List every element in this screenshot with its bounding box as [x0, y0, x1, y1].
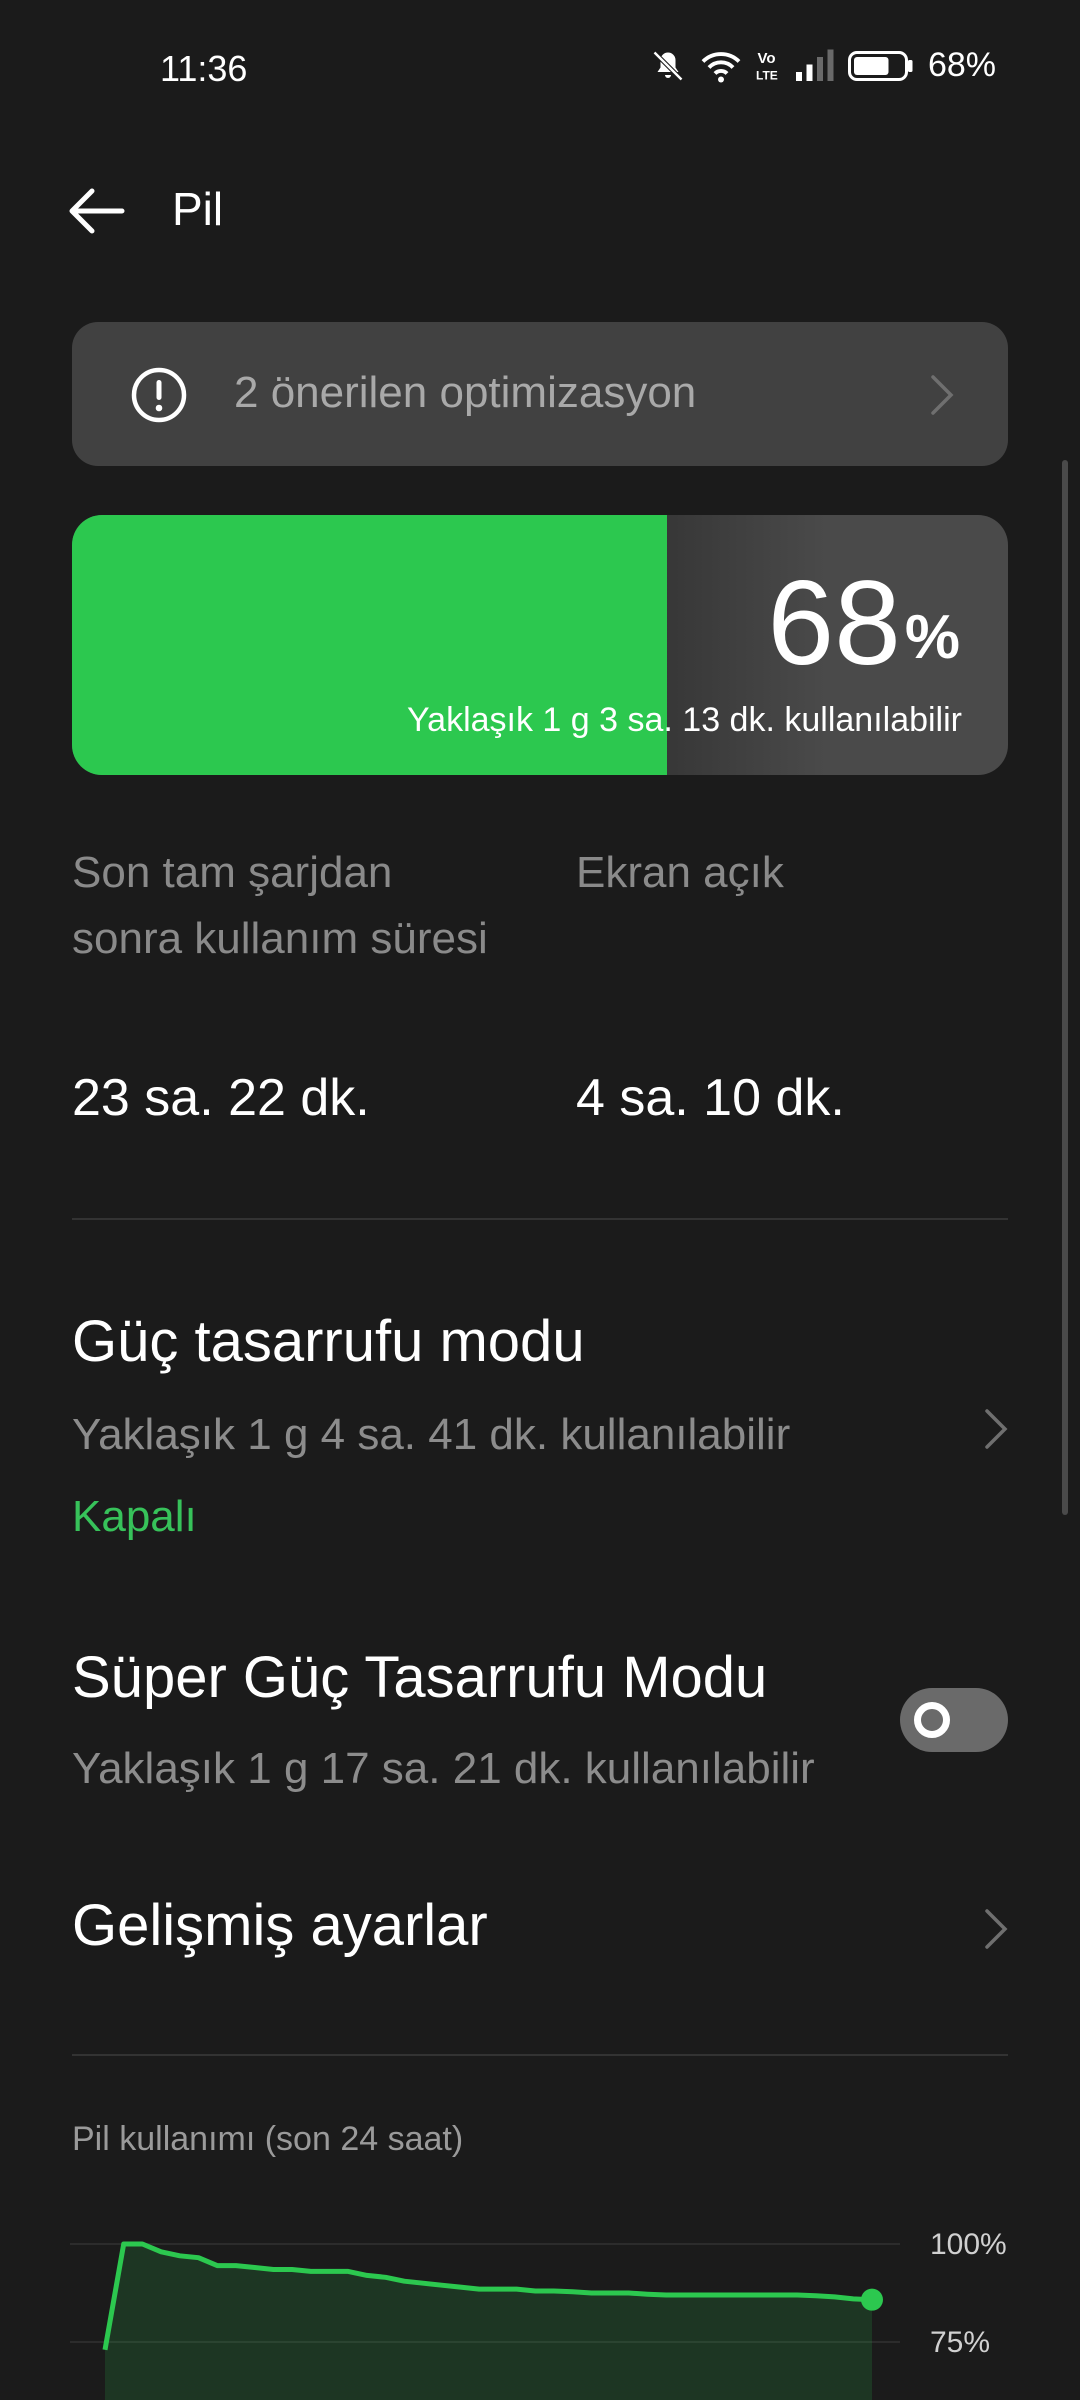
optimization-label: 2 önerilen optimizasyon: [234, 368, 697, 417]
battery-icon: [847, 50, 913, 81]
usage-chart: [70, 2241, 900, 2400]
back-arrow-icon[interactable]: [66, 186, 126, 236]
status-time: 11:36: [160, 48, 248, 89]
svg-text:LTE: LTE: [756, 68, 778, 82]
screen-on-label: Ekran açık: [576, 848, 784, 897]
y-tick-100: 100%: [930, 2228, 1007, 2261]
exclamation-circle-icon: [131, 367, 187, 423]
divider: [72, 2054, 1008, 2056]
chevron-right-icon: [931, 375, 954, 415]
screen-on-value: 4 sa. 10 dk.: [576, 1069, 845, 1127]
usage-current-point: [861, 2288, 883, 2311]
mute-icon: [652, 50, 684, 81]
super-power-saving-toggle[interactable]: [900, 1688, 1008, 1752]
battery-percentage-unit: %: [904, 603, 960, 672]
power-saving-state: Kapalı: [72, 1492, 197, 1541]
super-power-saving-title: Süper Güç Tasarrufu Modu: [72, 1645, 768, 1710]
scrollbar[interactable]: [1062, 460, 1068, 1515]
wifi-icon: [701, 51, 741, 82]
volte-icon: Vo LTE: [756, 50, 778, 83]
battery-percentage: 68 %: [767, 563, 960, 683]
status-battery-text: 68%: [927, 46, 996, 84]
power-saving-mode-row[interactable]: Güç tasarrufu modu Yaklaşık 1 g 4 sa. 41…: [0, 1290, 1080, 1550]
page-title: Pil: [172, 183, 224, 235]
advanced-settings-row[interactable]: Gelişmiş ayarlar: [0, 1870, 1080, 1990]
toggle-knob: [914, 1702, 950, 1738]
divider: [72, 1218, 1008, 1220]
status-icons: Vo LTE 68%: [650, 46, 996, 85]
optimization-banner[interactable]: 2 önerilen optimizasyon: [72, 322, 1008, 466]
power-saving-title: Güç tasarrufu modu: [72, 1309, 585, 1374]
since-charge-value: 23 sa. 22 dk.: [72, 1069, 370, 1127]
signal-icon: [795, 49, 834, 81]
advanced-settings-title: Gelişmiş ayarlar: [72, 1893, 488, 1958]
super-power-saving-subtitle: Yaklaşık 1 g 17 sa. 21 dk. kullanılabili…: [72, 1744, 815, 1793]
chevron-right-icon: [985, 1409, 1008, 1449]
power-saving-subtitle: Yaklaşık 1 g 4 sa. 41 dk. kullanılabilir: [72, 1410, 791, 1459]
chevron-right-icon: [985, 1909, 1008, 1949]
svg-text:Vo: Vo: [757, 50, 775, 67]
since-charge-label: Son tam şarjdan sonra kullanım süresi: [72, 848, 488, 963]
y-tick-75: 75%: [930, 2326, 991, 2359]
battery-level-card: 68 % Yaklaşık 1 g 3 sa. 13 dk. kullanıla…: [72, 515, 1008, 775]
battery-percentage-number: 68: [767, 556, 901, 690]
usage-chart-title: Pil kullanımı (son 24 saat): [72, 2120, 464, 2158]
battery-estimate: Yaklaşık 1 g 3 sa. 13 dk. kullanılabilir: [407, 701, 962, 739]
